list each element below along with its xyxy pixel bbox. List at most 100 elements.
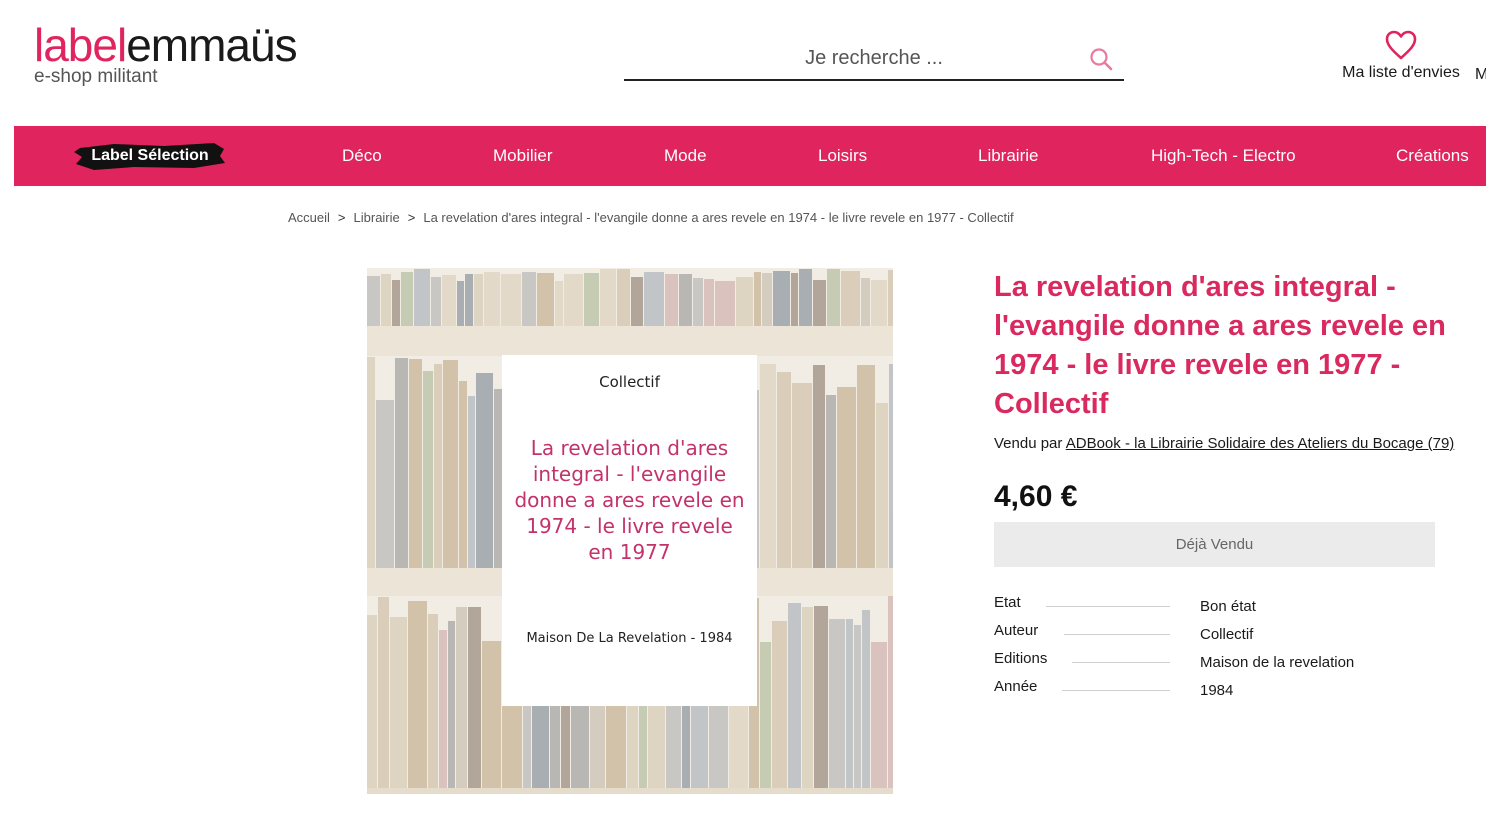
book-spine xyxy=(665,274,678,326)
book-spine xyxy=(802,607,813,788)
book-spine xyxy=(777,372,791,568)
book-spine xyxy=(826,395,836,568)
book-spine xyxy=(715,281,735,326)
book-spine xyxy=(760,642,771,788)
book-spine xyxy=(813,365,825,568)
wishlist-label: Ma liste d'envies xyxy=(1342,64,1460,81)
cover-publisher-year: Maison De La Revelation - 1984 xyxy=(526,631,733,646)
book-spine xyxy=(376,400,394,568)
book-spine xyxy=(861,278,870,326)
spec-label: Année xyxy=(994,678,1038,695)
spec-row-annee: Année 1984 xyxy=(994,678,1434,706)
book-spine xyxy=(434,364,442,568)
logo-wordmark: labelemmaüs xyxy=(34,22,298,68)
book-spine xyxy=(564,274,583,326)
book-spine xyxy=(468,396,475,568)
breadcrumb-separator: > xyxy=(407,210,416,225)
cover-title: La revelation d'ares integral - l'evangi… xyxy=(514,436,745,564)
spec-value: Collectif xyxy=(1200,626,1254,643)
book-spine xyxy=(459,381,467,568)
nav-label-selection-text: Label Sélection xyxy=(91,147,209,164)
already-sold-button[interactable]: Déjà Vendu xyxy=(994,522,1435,567)
book-spine xyxy=(476,373,493,568)
spec-dotted-line xyxy=(1062,690,1170,691)
book-spine xyxy=(876,403,888,568)
spec-value: Bon état xyxy=(1200,598,1256,615)
book-spine xyxy=(679,274,692,326)
book-spine xyxy=(791,273,798,326)
book-spine xyxy=(888,596,893,788)
book-spine xyxy=(871,642,887,788)
book-spine xyxy=(837,387,856,568)
search-input[interactable] xyxy=(654,38,1094,78)
seller-line: Vendu par ADBook - la Librairie Solidair… xyxy=(994,435,1454,452)
book-spine xyxy=(390,617,407,788)
search-bar xyxy=(624,38,1124,81)
product-specs: Etat Bon état Auteur Collectif Editions … xyxy=(994,594,1434,706)
book-spine xyxy=(482,641,501,788)
nav-item-loisirs[interactable]: Loisirs xyxy=(818,126,867,186)
book-spine xyxy=(367,357,375,568)
book-spine xyxy=(395,358,408,568)
heart-icon xyxy=(1385,30,1417,60)
header-link-cut[interactable]: M xyxy=(1475,66,1486,84)
book-spine xyxy=(871,280,887,326)
main-nav: Label Sélection Déco Mobilier Mode Loisi… xyxy=(14,126,1486,186)
book-spine xyxy=(827,269,840,326)
book-spine xyxy=(367,276,380,326)
cover-author: Collectif xyxy=(599,373,660,391)
book-spine xyxy=(474,274,483,326)
book-spine xyxy=(846,619,853,788)
book-spine xyxy=(522,272,536,326)
book-spine xyxy=(408,601,427,788)
nav-item-deco[interactable]: Déco xyxy=(342,126,382,186)
book-spine xyxy=(484,272,500,326)
nav-item-high-tech[interactable]: High-Tech - Electro xyxy=(1151,126,1296,186)
book-spine xyxy=(555,281,563,326)
spec-row-editions: Editions Maison de la revelation xyxy=(994,650,1434,678)
book-spine xyxy=(428,614,438,788)
breadcrumb-home[interactable]: Accueil xyxy=(288,210,330,225)
book-spine xyxy=(862,610,870,788)
nav-item-creations[interactable]: Créations xyxy=(1396,126,1469,186)
breadcrumb-current: La revelation d'ares integral - l'evangi… xyxy=(423,210,1014,225)
book-spine xyxy=(754,272,761,326)
book-spine xyxy=(704,279,714,326)
search-icon[interactable] xyxy=(1088,46,1114,72)
nav-item-mode[interactable]: Mode xyxy=(664,126,707,186)
book-spine xyxy=(841,271,860,326)
book-spine xyxy=(854,625,861,788)
book-spine xyxy=(814,606,828,788)
book-spine xyxy=(762,273,772,326)
product-price: 4,60 € xyxy=(994,480,1078,513)
spec-dotted-line xyxy=(1064,634,1170,635)
spec-value: 1984 xyxy=(1200,682,1234,699)
book-spine xyxy=(465,274,473,326)
book-spine xyxy=(792,383,812,568)
breadcrumb: Accueil > Librairie > La revelation d'ares i… xyxy=(288,210,1014,225)
book-spine xyxy=(600,269,616,326)
nav-item-librairie[interactable]: Librairie xyxy=(978,126,1038,186)
book-spine xyxy=(644,272,664,326)
book-spine xyxy=(456,607,467,788)
book-spine xyxy=(448,621,455,788)
book-spine xyxy=(501,274,521,326)
product-image[interactable]: Collectif La revelation d'ares integral … xyxy=(367,268,893,794)
nav-item-label-selection[interactable]: Label Sélection xyxy=(74,140,226,172)
book-spine xyxy=(773,271,790,326)
book-spine xyxy=(799,269,812,326)
spec-dotted-line xyxy=(1046,606,1170,607)
seller-link[interactable]: ADBook - la Librairie Solidaire des Atel… xyxy=(1066,435,1455,452)
breadcrumb-category[interactable]: Librairie xyxy=(354,210,400,225)
spec-value: Maison de la revelation xyxy=(1200,654,1355,671)
book-cover: Collectif La revelation d'ares integral … xyxy=(502,355,757,706)
book-spine xyxy=(392,280,400,326)
book-spine xyxy=(693,278,703,326)
book-spine xyxy=(857,365,875,568)
spec-dotted-line xyxy=(1072,662,1170,663)
site-logo[interactable]: labelemmaüs e-shop militant xyxy=(34,22,298,88)
nav-item-mobilier[interactable]: Mobilier xyxy=(493,126,553,186)
book-spine xyxy=(409,359,422,568)
book-spine xyxy=(617,269,630,326)
wishlist-link[interactable]: Ma liste d'envies xyxy=(1342,28,1460,82)
